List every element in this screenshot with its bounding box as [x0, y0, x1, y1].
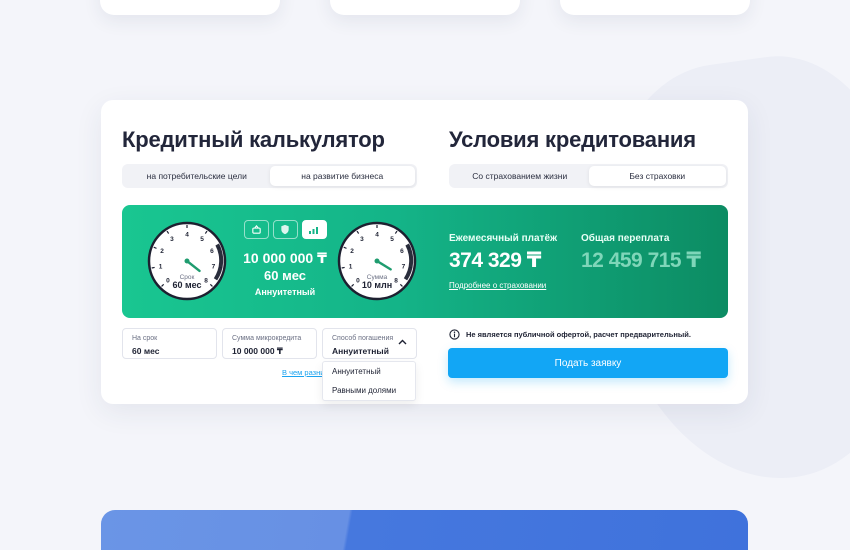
- overpayment-value: 12 459 715 ₸: [581, 249, 701, 272]
- amount-gauge-tick-label: 0: [356, 277, 360, 284]
- info-icon: [449, 329, 460, 340]
- term-gauge-tick-label: 2: [160, 248, 164, 255]
- insurance-details-link[interactable]: Подробнее о страховании: [449, 281, 546, 290]
- amount-field[interactable]: Сумма микрокредита 10 000 000 ₸: [222, 328, 317, 359]
- results-panel: 012345678 Срок 60 мес 10 000 000 ₸ 60 ме…: [122, 205, 728, 318]
- term-field[interactable]: На срок 60 мес: [122, 328, 217, 359]
- amount-field-value: 10 000 000 ₸: [232, 346, 283, 356]
- insurance-tabs: Со страхованием жизни Без страховки: [449, 164, 728, 188]
- tab-consumer[interactable]: на потребительские цели: [124, 166, 270, 186]
- conditions-title: Условия кредитования: [449, 127, 696, 152]
- repayment-option-annuity[interactable]: Аннуитетный: [323, 362, 415, 381]
- repayment-select-value: Аннуитетный: [332, 346, 389, 356]
- term-gauge-tick-label: 1: [159, 264, 163, 271]
- submit-application-button[interactable]: Подать заявку: [448, 348, 728, 378]
- tab-with-insurance[interactable]: Со страхованием жизни: [451, 166, 589, 186]
- amount-gauge-tick-label: 2: [350, 248, 354, 255]
- term-gauge-tick-label: 3: [170, 236, 174, 243]
- amount-gauge-tick-mark: [341, 266, 345, 269]
- tab-no-insurance[interactable]: Без страховки: [588, 166, 726, 186]
- top-card-3: [560, 0, 750, 15]
- repayment-option-equal[interactable]: Равными долями: [323, 381, 415, 400]
- amount-gauge-tick-label: 3: [360, 236, 364, 243]
- amount-gauge-value: 10 млн: [362, 280, 392, 290]
- monthly-payment-value: 374 329 ₸: [449, 249, 541, 272]
- overpayment-label: Общая переплата: [581, 233, 670, 244]
- amount-gauge-tick-label: 8: [394, 277, 398, 284]
- repayment-select[interactable]: Способ погашения Аннуитетный: [322, 328, 417, 359]
- term-gauge-value: 60 мес: [172, 280, 201, 290]
- calculator-title: Кредитный калькулятор: [122, 127, 385, 152]
- amount-field-label: Сумма микрокредита: [232, 335, 302, 342]
- purpose-tabs: на потребительские цели на развитие бизн…: [122, 164, 417, 188]
- amount-gauge-tick-label: 6: [400, 248, 404, 255]
- chart-icon[interactable]: [301, 220, 327, 239]
- summary-term: 60 мес: [264, 268, 306, 283]
- chevron-up-icon[interactable]: [398, 339, 407, 345]
- term-field-value: 60 мес: [132, 346, 160, 356]
- term-gauge-tick-label: 7: [212, 264, 216, 271]
- difference-link[interactable]: В чем разница?: [282, 368, 322, 377]
- term-gauge-tick-label: 6: [210, 248, 214, 255]
- basket-icon[interactable]: [243, 220, 269, 239]
- monthly-payment-label: Ежемесячный платёж: [449, 233, 558, 244]
- amount-gauge-tick-label: 4: [375, 231, 379, 238]
- amount-gauge-tick-label: 5: [390, 236, 394, 243]
- term-gauge-tick-label: 0: [166, 277, 170, 284]
- amount-gauge-tick-mark: [409, 266, 413, 269]
- amount-gauge-tick-label: 7: [402, 264, 406, 271]
- amount-gauge: 012345678 Сумма 10 млн: [337, 221, 417, 301]
- disclaimer-text: Не является публичной офертой, расчет пр…: [466, 330, 691, 339]
- top-card-2: [330, 0, 520, 15]
- term-field-label: На срок: [132, 335, 158, 342]
- disclaimer: Не является публичной офертой, расчет пр…: [449, 329, 691, 340]
- amount-gauge-tick-label: 1: [349, 264, 353, 271]
- bottom-banner: [101, 510, 748, 550]
- repayment-select-label: Способ погашения: [332, 335, 394, 342]
- summary-block: 10 000 000 ₸ 60 мес Аннуитетный: [240, 220, 330, 299]
- term-gauge: 012345678 Срок 60 мес: [147, 221, 227, 301]
- calculator-card: Кредитный калькулятор Условия кредитован…: [101, 100, 748, 404]
- term-gauge-tick-mark: [219, 266, 223, 269]
- summary-amount: 10 000 000 ₸: [243, 250, 327, 266]
- term-gauge-tick-label: 8: [204, 277, 208, 284]
- tab-business[interactable]: на развитие бизнеса: [269, 166, 415, 186]
- term-gauge-tick-label: 5: [200, 236, 204, 243]
- top-card-1: [100, 0, 280, 15]
- term-gauge-tick-label: 4: [185, 231, 189, 238]
- summary-icons: [240, 220, 330, 239]
- repayment-dropdown: Аннуитетный Равными долями: [322, 361, 416, 401]
- shield-icon[interactable]: [272, 220, 298, 239]
- term-gauge-tick-mark: [151, 266, 155, 269]
- summary-payment-type: Аннуитетный: [254, 287, 316, 297]
